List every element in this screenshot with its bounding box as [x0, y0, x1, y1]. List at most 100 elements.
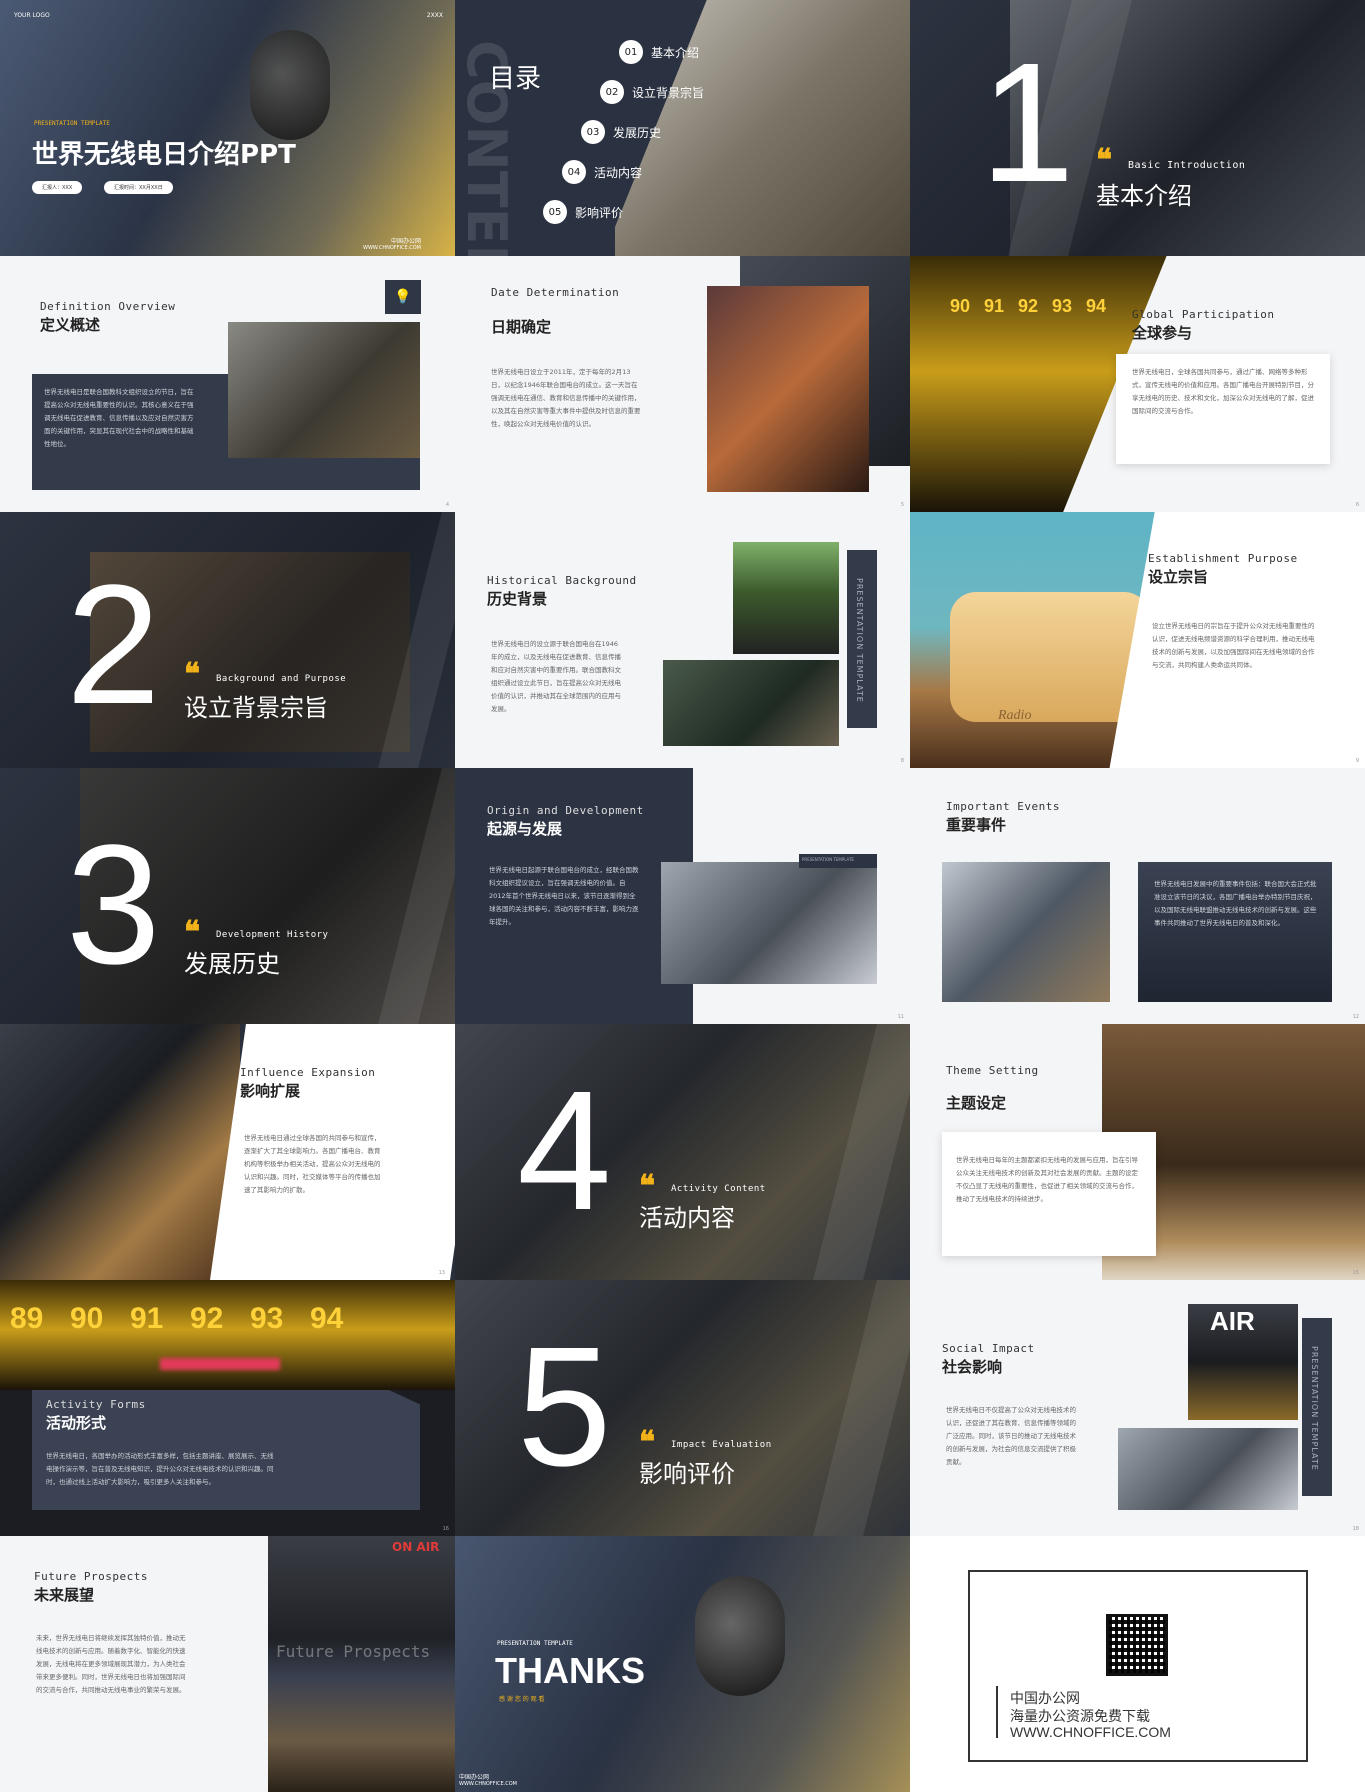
slide-section-2[interactable]: 2 ❝ Background and Purpose 设立背景宗旨 [0, 512, 455, 768]
thanks-tag: PRESENTATION TEMPLATE [497, 1640, 573, 1647]
toc-item[interactable]: 04 活动内容 [562, 160, 642, 184]
slide-en-title: Definition Overview [40, 300, 176, 313]
slide-thanks[interactable]: PRESENTATION TEMPLATE THANKS 感 谢 您 的 观 看… [455, 1536, 910, 1792]
slide-body: 世界无线电日起源于联合国电台的成立，经联合国教科文组织提议设立，旨在强调无线电的… [489, 866, 639, 926]
outdoor-radio-photo [733, 542, 839, 654]
toc-number: 04 [562, 160, 586, 184]
slide-zh-title: 全球参与 [1132, 324, 1193, 342]
slide-en-title: Establishment Purpose [1148, 552, 1298, 565]
toc-item[interactable]: 02 设立背景宗旨 [600, 80, 704, 104]
slide-section-3[interactable]: 3 ❝ Development History 发展历史 [0, 768, 455, 1024]
air-sign: AIR [1210, 1306, 1255, 1336]
slide-origin[interactable]: Origin and Development 起源与发展 世界无线电日起源于联合… [455, 768, 910, 1024]
section-zh-title: 发展历史 [184, 950, 280, 978]
dial-number: 93 [1052, 296, 1073, 316]
slide-body: 未来，世界无线电日将继续发挥其独特价值，推动无线电技术的创新与应用。随着数字化、… [36, 1634, 186, 1694]
dial-number: 90 [950, 296, 971, 316]
presenter-badge: 汇报人：XXX [32, 181, 83, 194]
slide-contents[interactable]: CONTENTS 目录 01 基本介绍 02 设立背景宗旨 03 发展历史 04 活动内容 05… [455, 0, 910, 256]
slide-en-title: Future Prospects [34, 1570, 148, 1583]
mixer-photo [661, 862, 877, 984]
page-number: 13 [438, 1270, 445, 1276]
dial-number: 90 [70, 1302, 104, 1335]
slide-en-title: Activity Forms [46, 1398, 146, 1411]
section-en-title: Development History [216, 930, 329, 940]
slide-zh-title: 影响扩展 [240, 1082, 301, 1100]
slide-thumbnail-grid: YOUR LOGO 2XXX PRESENTATION TEMPLATE 世界无… [0, 0, 1365, 1792]
toc-label: 基本介绍 [651, 45, 700, 60]
slide-section-1[interactable]: 1 ❝ Basic Introduction 基本介绍 [910, 0, 1365, 256]
section-number: 5 [517, 1312, 612, 1502]
dial-photo [0, 1280, 455, 1390]
slide-en-title: Theme Setting [946, 1064, 1039, 1077]
section-en-title: Activity Content [671, 1184, 766, 1194]
dial-number: 94 [310, 1302, 344, 1335]
toc-label: 设立背景宗旨 [632, 85, 705, 100]
slide-body: 世界无线电日设立于2011年，定于每年的2月13日，以纪念1946年联合国电台的… [491, 368, 641, 428]
slide-body: 设立世界无线电日的宗旨在于提升公众对无线电重要性的认识，促进无线电频谱资源的科学… [1152, 622, 1315, 669]
mixer-photo [1118, 1428, 1298, 1510]
slide-purpose[interactable]: Radio Establishment Purpose 设立宗旨 设立世界无线电… [910, 512, 1365, 768]
slide-definition[interactable]: Definition Overview 定义概述 💡 世界无线电日是联合国教科文… [0, 256, 455, 512]
page-number: 18 [1352, 1526, 1359, 1532]
page-number: 15 [1352, 1270, 1359, 1276]
slide-section-5[interactable]: 5 ❝ Impact Evaluation 影响评价 [455, 1280, 910, 1536]
slide-future[interactable]: Future Prospects 未来展望 未来，世界无线电日将继续发挥其独特价… [0, 1536, 455, 1792]
slide-zh-title: 历史背景 [487, 590, 548, 608]
brand-url: WWW.CHNOFFICE.COM [459, 1781, 517, 1787]
slide-body: 世界无线电日不仅提高了公众对无线电技术的认识，还促进了其在教育、信息传播等领域的… [946, 1406, 1076, 1466]
slide-date[interactable]: Date Determination 日期确定 世界无线电日设立于2011年，定… [455, 256, 910, 512]
toc-label: 发展历史 [613, 125, 662, 140]
vertical-label: PRESENTATION TEMPLATE [855, 578, 864, 703]
ad-line-2: 海量办公资源免费下载 [1010, 1709, 1150, 1725]
slide-zh-title: 主题设定 [946, 1094, 1007, 1112]
toc-item[interactable]: 01 基本介绍 [619, 40, 699, 64]
slide-en-title: Social Impact [942, 1342, 1035, 1355]
toc-item[interactable]: 05 影响评价 [543, 200, 623, 224]
vertical-label: PRESENTATION TEMPLATE [1310, 1346, 1319, 1471]
section-number: 4 [517, 1056, 612, 1246]
retro-radio-photo [663, 660, 839, 746]
studio-photo [942, 862, 1110, 1002]
page-number: 6 [1355, 502, 1359, 508]
dial-number: 89 [10, 1302, 44, 1335]
section-zh-title: 基本介绍 [1096, 182, 1192, 210]
slide-events[interactable]: Important Events 重要事件 世界无线电日发展中的重要事件包括：联… [910, 768, 1365, 1024]
slide-zh-title: 重要事件 [946, 816, 1007, 834]
qr-code [1106, 1614, 1168, 1676]
date-badge: 汇报时间：XX月XX日 [104, 181, 173, 194]
microphone-shape [250, 30, 330, 140]
slide-en-title: Important Events [946, 800, 1060, 813]
dial-number: 94 [1086, 296, 1107, 316]
slide-section-4[interactable]: 4 ❝ Activity Content 活动内容 [455, 1024, 910, 1280]
future-overlay-text: Future Prospects [276, 1642, 431, 1661]
cover-photo [0, 0, 455, 256]
slide-cover[interactable]: YOUR LOGO 2XXX PRESENTATION TEMPLATE 世界无… [0, 0, 455, 256]
section-number: 2 [66, 550, 161, 740]
microphone-shape [695, 1576, 785, 1696]
logo-label: YOUR LOGO [14, 12, 50, 19]
slide-en-title: Historical Background [487, 574, 637, 587]
slide-en-title: Date Determination [491, 286, 620, 299]
radio-brand: Radio [998, 708, 1032, 723]
slide-forms[interactable]: 899091929394 600 Activity Forms 活动形式 世界无… [0, 1280, 455, 1536]
slide-body: 世界无线电日每年的主题都紧扣无线电的发展与应用，旨在引导公众关注无线电技术的创新… [956, 1156, 1138, 1203]
slide-zh-title: 社会影响 [942, 1358, 1003, 1376]
quote-icon: ❝ [184, 658, 201, 691]
slide-social[interactable]: Social Impact 社会影响 世界无线电日不仅提高了公众对无线电技术的认… [910, 1280, 1365, 1536]
future-photo [268, 1536, 455, 1792]
slide-influence[interactable]: Influence Expansion 影响扩展 世界无线电日通过全球各国的共同… [0, 1024, 455, 1280]
dial-number: 91 [984, 296, 1005, 316]
toc-label: 活动内容 [594, 165, 643, 180]
slide-history[interactable]: Historical Background 历史背景 世界无线电日的设立源于联合… [455, 512, 910, 768]
slide-global[interactable]: 90 91 92 93 94 Global Participation 全球参与 世界无… [910, 256, 1365, 512]
slide-ad[interactable]: 中国办公网 海量办公资源免费下载 WWW.CHNOFFICE.COM [910, 1536, 1365, 1792]
dial-number: 92 [190, 1302, 224, 1335]
slide-en-title: Influence Expansion [240, 1066, 376, 1079]
vintage-radio-photo [0, 1024, 240, 1280]
brand-name: 中国办公网 [390, 238, 421, 245]
toc-item[interactable]: 03 发展历史 [581, 120, 661, 144]
cover-title: 世界无线电日介绍PPT [32, 140, 296, 170]
slide-theme[interactable]: Theme Setting 主题设定 世界无线电日每年的主题都紧扣无线电的发展与… [910, 1024, 1365, 1280]
on-air-sign: ON AIR [392, 1540, 440, 1554]
